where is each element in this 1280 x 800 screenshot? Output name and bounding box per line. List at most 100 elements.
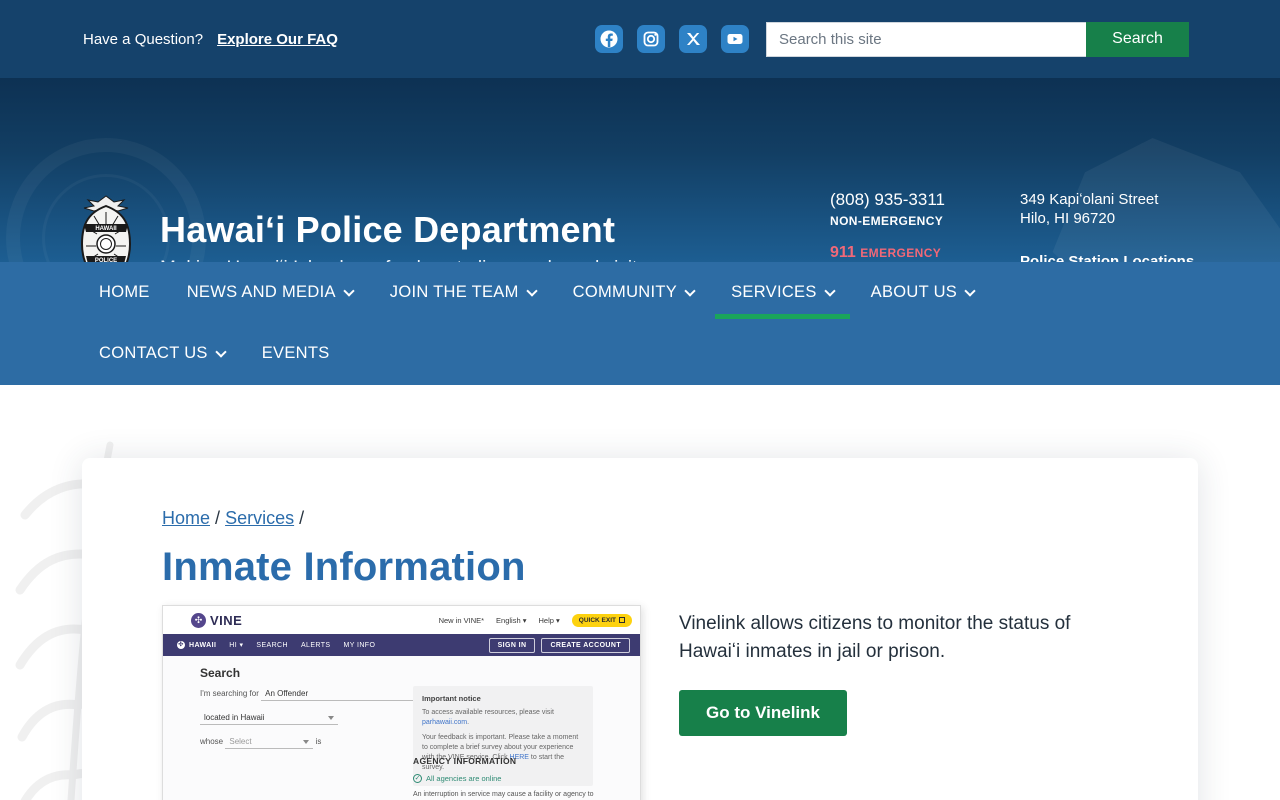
agency-status: ✓ All agencies are online: [413, 774, 603, 783]
nav-item-contact-us[interactable]: CONTACT US: [83, 323, 241, 384]
page-title: Inmate Information: [162, 545, 526, 589]
search-input[interactable]: [766, 21, 1086, 57]
vine-state-code-select[interactable]: HI ▾: [229, 641, 243, 649]
address-block: 349 Kapiʻolani Street Hilo, HI 96720 Pol…: [1020, 190, 1194, 262]
address-line1: 349 Kapiʻolani Street: [1020, 191, 1159, 208]
vine-agency-info: AGENCY INFORMATION ✓ All agencies are on…: [413, 756, 603, 800]
vine-top-links: New in VINE* English ▾ Help ▾ QUICK EXIT: [439, 613, 632, 627]
vine-new-link[interactable]: New in VINE*: [439, 616, 484, 625]
chevron-down-icon: [215, 345, 227, 358]
police-station-locations-link[interactable]: Police Station Locations: [1020, 253, 1194, 262]
nav-label: CONTACT US: [99, 344, 208, 362]
vine-row3-label: whose: [200, 737, 224, 746]
vine-sign-in-button[interactable]: SIGN IN: [488, 637, 536, 653]
resources-link[interactable]: parhawaii.com: [422, 719, 467, 726]
breadcrumb-separator: /: [299, 508, 305, 528]
main-content-area: Home / Services / Inmate Information ✣ V…: [0, 385, 1280, 800]
header-titles: Hawaiʻi Police Department Making Hawaiʻi…: [160, 209, 637, 262]
agency-body-text: An interruption in service may cause a f…: [413, 791, 594, 798]
search-button[interactable]: Search: [1086, 21, 1189, 57]
nav-item-community[interactable]: COMMUNITY: [557, 262, 710, 323]
vine-search-row-1: I'm searching for An Offender: [200, 689, 432, 701]
nav-label: JOIN THE TEAM: [389, 283, 519, 301]
vine-top-bar: ✣ VINE New in VINE* English ▾ Help ▾ QUI…: [163, 606, 640, 634]
vine-create-account-button[interactable]: CREATE ACCOUNT: [541, 637, 630, 653]
phone-block: (808) 935-3311 NON-EMERGENCY 911 EMERGEN…: [830, 190, 955, 262]
vine-row1-label: I'm searching for: [200, 689, 259, 698]
site-header: HAWAII POLICE DEPT Hawaiʻi Police Depart…: [0, 78, 1280, 262]
site-title: Hawaiʻi Police Department: [160, 209, 616, 250]
instagram-icon[interactable]: [637, 25, 665, 53]
nav-label: EVENTS: [261, 344, 330, 362]
nav-row-1: HOME NEWS AND MEDIA JOIN THE TEAM COMMUN…: [83, 262, 1280, 323]
youtube-icon[interactable]: [721, 25, 749, 53]
vine-criteria-select[interactable]: Select: [225, 737, 314, 749]
x-twitter-icon[interactable]: [679, 25, 707, 53]
chevron-down-icon: [343, 284, 355, 297]
vine-nav-myinfo[interactable]: MY INFO: [343, 642, 375, 649]
police-badge-logo: HAWAII POLICE DEPT: [80, 195, 132, 262]
breadcrumb-home-link[interactable]: Home: [162, 508, 210, 528]
vine-nav-search[interactable]: SEARCH: [256, 642, 288, 649]
vine-search-heading: Search: [200, 666, 241, 680]
quick-exit-label: QUICK EXIT: [578, 616, 616, 624]
emergency-line: 911 EMERGENCY: [830, 244, 955, 262]
svg-text:HAWAII: HAWAII: [95, 226, 117, 232]
notice-title: Important notice: [422, 694, 481, 703]
nav-item-services[interactable]: SERVICES: [715, 262, 850, 323]
vine-logo: ✣ VINE: [191, 612, 243, 628]
vine-brand-text: VINE: [210, 612, 243, 628]
facebook-icon[interactable]: [595, 25, 623, 53]
state-icon: ✣: [177, 641, 185, 649]
utility-top-bar: Have a Question? Explore Our FAQ Search: [0, 0, 1280, 78]
nav-item-home[interactable]: HOME: [83, 262, 166, 323]
vinelink-description: Vinelink allows citizens to monitor the …: [679, 613, 1071, 662]
vine-nav-bar: ✣ HAWAII HI ▾ SEARCH ALERTS MY INFO SIGN…: [163, 634, 640, 656]
social-links: [595, 25, 749, 53]
nav-row-2: CONTACT US EVENTS: [83, 323, 1280, 384]
vine-state-selector[interactable]: ✣ HAWAII: [177, 641, 216, 649]
vine-body: Search I'm searching for An Offender loc…: [163, 656, 640, 800]
chevron-down-icon: [964, 284, 976, 297]
nav-label: HOME: [99, 283, 150, 301]
agency-heading: AGENCY INFORMATION: [413, 756, 517, 766]
agency-status-label: All agencies are online: [426, 774, 502, 783]
check-circle-icon: ✓: [413, 774, 422, 783]
vine-search-row-2: located in Hawaii: [200, 713, 338, 725]
nav-item-about-us[interactable]: ABOUT US: [855, 262, 990, 323]
vine-logo-icon: ✣: [191, 612, 206, 628]
nav-label: NEWS AND MEDIA: [186, 283, 336, 301]
chevron-down-icon: [684, 284, 696, 297]
breadcrumb: Home / Services /: [162, 508, 1198, 529]
vine-quick-exit-button[interactable]: QUICK EXIT: [571, 613, 632, 627]
emergency-number: 911: [830, 244, 856, 261]
faq-link[interactable]: Explore Our FAQ: [217, 31, 338, 48]
vinelink-screenshot: ✣ VINE New in VINE* English ▾ Help ▾ QUI…: [162, 605, 641, 800]
vine-location-select[interactable]: located in Hawaii: [200, 713, 338, 725]
nav-label: SERVICES: [731, 283, 817, 301]
nav-item-join-the-team[interactable]: JOIN THE TEAM: [374, 262, 552, 323]
vine-help-menu[interactable]: Help ▾: [539, 616, 560, 625]
vine-account-buttons: SIGN IN CREATE ACCOUNT: [488, 637, 630, 653]
go-to-vinelink-button[interactable]: Go to Vinelink: [679, 690, 847, 736]
vine-nav-alerts[interactable]: ALERTS: [301, 642, 331, 649]
vine-row3-suffix: is: [315, 737, 322, 746]
breadcrumb-services-link[interactable]: Services: [225, 508, 294, 528]
chevron-down-icon: [823, 284, 836, 297]
phone-number: (808) 935-3311: [830, 190, 945, 209]
notice-line-1: To access available resources, please vi…: [422, 709, 554, 726]
nav-label: ABOUT US: [870, 283, 958, 301]
breadcrumb-separator: /: [215, 508, 221, 528]
exit-icon: [619, 617, 625, 623]
main-navigation: HOME NEWS AND MEDIA JOIN THE TEAM COMMUN…: [0, 262, 1280, 385]
nav-item-news-and-media[interactable]: NEWS AND MEDIA: [171, 262, 369, 323]
nav-item-events[interactable]: EVENTS: [246, 323, 346, 384]
vine-language-select[interactable]: English ▾: [496, 616, 526, 625]
state-label: HAWAII: [189, 641, 217, 649]
vine-offender-select[interactable]: An Offender: [261, 689, 432, 701]
question-label: Have a Question?: [83, 30, 204, 48]
vine-search-row-3: whose Select is: [200, 737, 321, 749]
site-search: Search: [766, 21, 1189, 57]
content-card: Home / Services / Inmate Information ✣ V…: [82, 458, 1198, 800]
address-line2: Hilo, HI 96720: [1020, 210, 1116, 227]
